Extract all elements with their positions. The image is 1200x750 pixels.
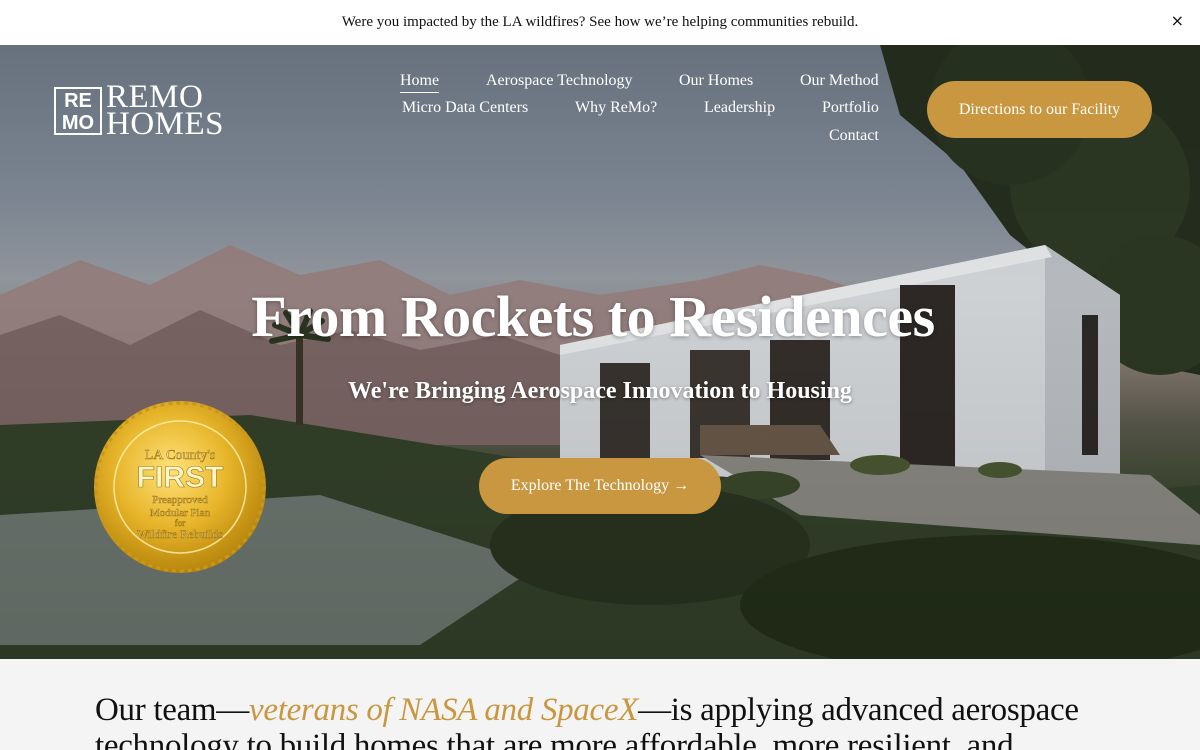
intro-highlight: veterans of NASA and SpaceX bbox=[249, 692, 639, 728]
nav-leadership[interactable]: Leadership bbox=[704, 99, 775, 117]
directions-button[interactable]: Directions to our Facility bbox=[927, 81, 1152, 138]
intro-section: Our team—veterans of NASA and SpaceX—is … bbox=[0, 659, 1200, 750]
announcement-text[interactable]: Were you impacted by the LA wildfires? S… bbox=[342, 14, 859, 31]
hero-title: From Rockets to Residences bbox=[251, 284, 935, 349]
hero-section: RE MO REMO HOMES Home Aerospace Technolo… bbox=[0, 45, 1200, 659]
logo-mark: RE MO bbox=[54, 87, 102, 135]
nav-contact[interactable]: Contact bbox=[829, 127, 879, 145]
remo-homes-logo[interactable]: RE MO REMO HOMES bbox=[54, 81, 225, 142]
seal-text-3: Preapproved bbox=[152, 494, 208, 506]
intro-paragraph: Our team—veterans of NASA and SpaceX—is … bbox=[95, 692, 1105, 750]
nav-our-method[interactable]: Our Method bbox=[800, 72, 879, 90]
intro-prefix: Our team— bbox=[95, 692, 250, 728]
seal-text-6: Wildfire Rebuilds bbox=[137, 527, 223, 541]
la-county-seal-badge: LA County's FIRST Preapproved Modular Pl… bbox=[94, 401, 266, 573]
announcement-bar[interactable]: Were you impacted by the LA wildfires? S… bbox=[0, 0, 1200, 45]
explore-technology-button[interactable]: Explore The Technology → bbox=[479, 458, 721, 514]
logo-wordmark: REMO HOMES bbox=[106, 81, 225, 142]
seal-text-2: FIRST bbox=[137, 461, 224, 494]
logo-line-2: HOMES bbox=[106, 106, 225, 142]
nav-our-homes[interactable]: Our Homes bbox=[679, 72, 753, 90]
nav-aerospace-technology[interactable]: Aerospace Technology bbox=[486, 72, 633, 90]
logo-mark-top: RE bbox=[64, 90, 92, 112]
close-icon[interactable]: × bbox=[1171, 11, 1184, 30]
nav-micro-data-centers[interactable]: Micro Data Centers bbox=[402, 99, 528, 117]
nav-why-remo[interactable]: Why ReMo? bbox=[575, 99, 657, 117]
logo-mark-bottom: MO bbox=[61, 112, 95, 134]
nav-portfolio[interactable]: Portfolio bbox=[822, 99, 879, 117]
nav-home[interactable]: Home bbox=[400, 72, 440, 93]
